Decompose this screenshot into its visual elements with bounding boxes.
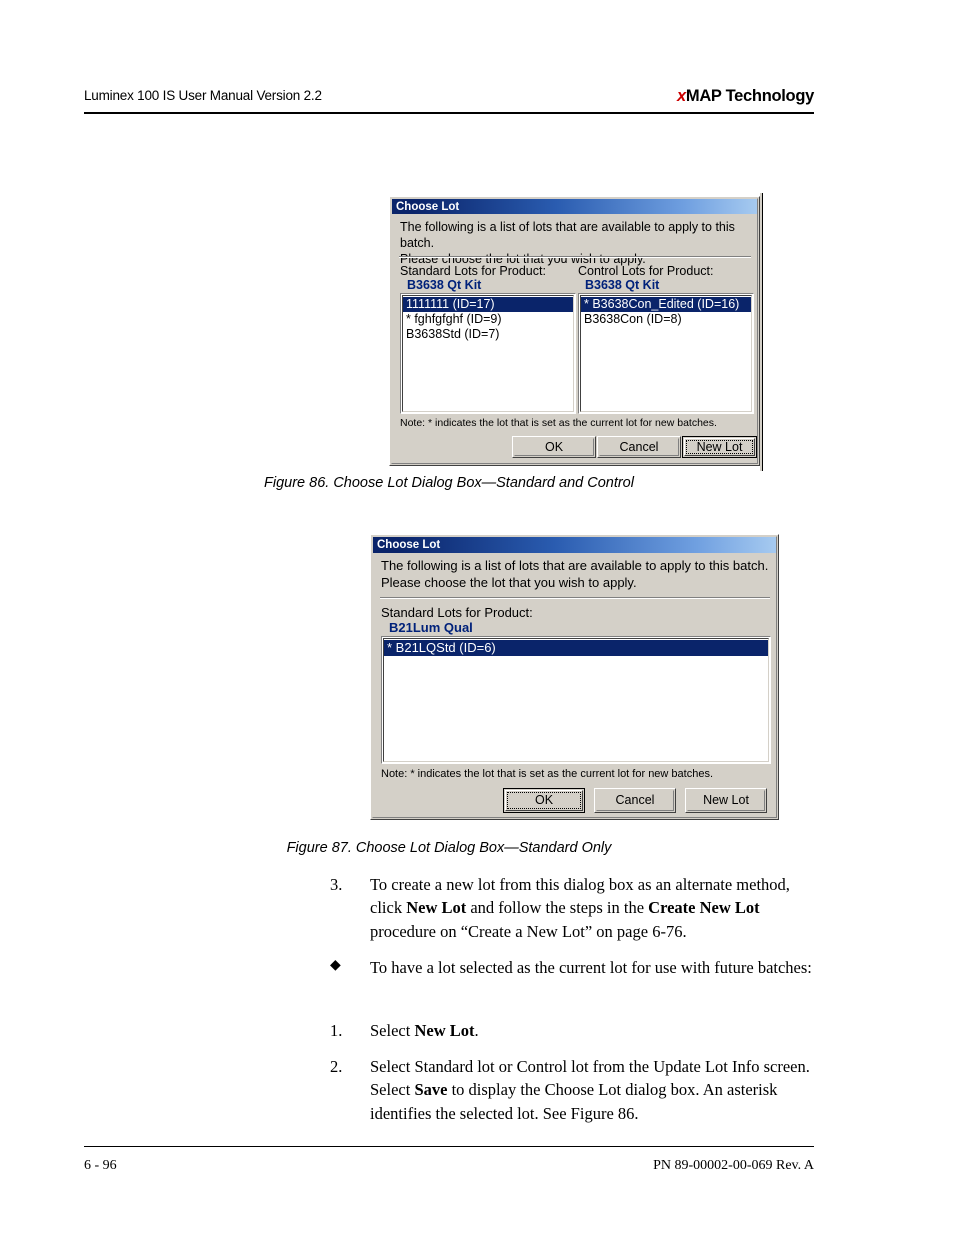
bullet-paragraph: ◆ To have a lot selected as the current … (330, 956, 820, 979)
ok-button-face: OK (514, 438, 594, 456)
new-lot-button-label: New Lot (696, 439, 743, 454)
header-manual-title: Luminex 100 IS User Manual Version 2.2 (84, 88, 322, 103)
bullet-text: To have a lot selected as the current lo… (370, 958, 812, 977)
standard-lots-label: Standard Lots for Product: (400, 264, 546, 278)
list-item[interactable]: B3638Std (ID=7) (403, 327, 573, 342)
step-1-bold-new-lot: New Lot (414, 1021, 475, 1040)
footer-part-number: PN 89-00002-00-069 Rev. A (653, 1158, 814, 1173)
dialog-separator-rule (399, 256, 751, 258)
manual-page: Luminex 100 IS User Manual Version 2.2 x… (0, 0, 954, 1235)
new-lot-button-face: New Lot (684, 438, 755, 456)
brand-x-letter: x (676, 87, 686, 105)
standard-lots-label: Standard Lots for Product: (381, 605, 533, 620)
step-3-bold-create-new-lot: Create New Lot (648, 898, 760, 918)
cancel-button[interactable]: Cancel (594, 788, 676, 813)
figure-87-caption: Figure 87. Choose Lot Dialog Box—Standar… (286, 840, 612, 856)
diamond-bullet-icon: ◆ (330, 958, 341, 973)
dialog-intro-text: The following is a list of lots that are… (381, 558, 769, 590)
list-item[interactable]: * fghfgfghf (ID=9) (403, 312, 573, 327)
ok-button-face: OK (505, 790, 583, 811)
step-3-bold-new-lot: New Lot (406, 898, 467, 918)
ok-button-label: OK (534, 793, 554, 808)
asterisk-note-text: Note: * indicates the lot that is set as… (400, 417, 717, 429)
list-item[interactable]: * B21LQStd (ID=6) (384, 640, 768, 656)
dialog-titlebar[interactable]: Choose Lot (373, 537, 776, 553)
standard-lots-listbox[interactable]: 1111111 (ID=17) * fghfgfghf (ID=9) B3638… (400, 293, 576, 414)
dialog-inner-frame: Choose Lot The following is a list of lo… (372, 536, 777, 818)
cancel-button-label: Cancel (619, 439, 659, 454)
step-1-text-part1: Select (370, 1021, 415, 1040)
dialog-title-text: Choose Lot (396, 200, 460, 213)
dialog-titlebar[interactable]: Choose Lot (392, 199, 757, 214)
standard-lots-listbox-inner: 1111111 (ID=17) * fghfgfghf (ID=9) B3638… (402, 295, 574, 412)
step-2-marker: 2. (330, 1057, 343, 1076)
step-1-marker: 1. (330, 1021, 343, 1040)
dialog-inner-frame: Choose Lot The following is a list of lo… (391, 198, 758, 464)
cancel-button-face: Cancel (596, 790, 674, 811)
footer-page-number: 6 - 96 (84, 1158, 117, 1173)
control-lots-listbox-inner: * B3638Con_Edited (ID=16) B3638Con (ID=8… (580, 295, 752, 412)
page-header: Luminex 100 IS User Manual Version 2.2 x… (84, 87, 814, 112)
step-3-paragraph: 3. To create a new lot from this dialog … (330, 873, 820, 943)
step-3-text-part3: procedure on “Create a New Lot” on page … (370, 921, 687, 941)
cancel-button-face: Cancel (599, 438, 679, 456)
new-lot-button-face: New Lot (687, 790, 765, 811)
ok-button-label: OK (544, 439, 564, 454)
cancel-button[interactable]: Cancel (597, 436, 681, 458)
control-lots-product-name: B3638 Qt Kit (585, 278, 660, 292)
step-1-text: Select New Lot. (370, 1019, 820, 1042)
footer-divider-rule (84, 1146, 814, 1147)
asterisk-note-text: Note: * indicates the lot that is set as… (381, 768, 714, 780)
control-lots-listbox[interactable]: * B3638Con_Edited (ID=16) B3638Con (ID=8… (578, 293, 754, 414)
standard-lots-listbox-inner: * B21LQStd (ID=6) (383, 638, 769, 762)
new-lot-button[interactable]: New Lot (685, 788, 767, 813)
step-1-paragraph: 1. Select New Lot. (330, 1019, 820, 1042)
dialog-intro-text: The following is a list of lots that are… (400, 220, 735, 266)
list-item[interactable]: B3638Con (ID=8) (581, 312, 751, 327)
ok-button[interactable]: OK (503, 788, 585, 813)
list-item[interactable]: * B3638Con_Edited (ID=16) (581, 297, 751, 312)
cancel-button-label: Cancel (615, 793, 655, 808)
new-lot-button-label: New Lot (703, 793, 749, 808)
step-2-bold-save: Save (414, 1080, 448, 1100)
choose-lot-dialog-standard-only[interactable]: Choose Lot The following is a list of lo… (370, 534, 779, 820)
choose-lot-dialog-standard-and-control[interactable]: Choose Lot The following is a list of lo… (389, 196, 760, 466)
step-3-marker: 3. (330, 875, 343, 894)
dialog-separator-rule (380, 597, 770, 599)
header-divider-rule (84, 112, 814, 114)
step-2-text: Select Standard lot or Control lot from … (370, 1055, 820, 1125)
list-item[interactable]: 1111111 (ID=17) (403, 297, 573, 312)
step-3-text: To create a new lot from this dialog box… (370, 873, 820, 943)
capture-edge-artifact (760, 193, 763, 471)
control-lots-label: Control Lots for Product: (578, 264, 714, 278)
figure-86-caption: Figure 86. Choose Lot Dialog Box—Standar… (264, 475, 634, 491)
brand-name-text: MAP Technology (685, 87, 814, 105)
standard-lots-listbox[interactable]: * B21LQStd (ID=6) (381, 636, 771, 764)
dialog-title-text: Choose Lot (377, 539, 441, 551)
step-2-paragraph: 2. Select Standard lot or Control lot fr… (330, 1055, 820, 1125)
ok-button[interactable]: OK (512, 436, 596, 458)
step-1-text-part2: . (474, 1021, 479, 1040)
standard-lots-product-name: B21Lum Qual (389, 620, 473, 635)
header-brand-logo: xMAP Technology (677, 87, 814, 106)
standard-lots-product-name: B3638 Qt Kit (407, 278, 482, 292)
new-lot-button[interactable]: New Lot (682, 436, 757, 458)
step-3-text-part2: and follow the steps in the (466, 898, 649, 918)
